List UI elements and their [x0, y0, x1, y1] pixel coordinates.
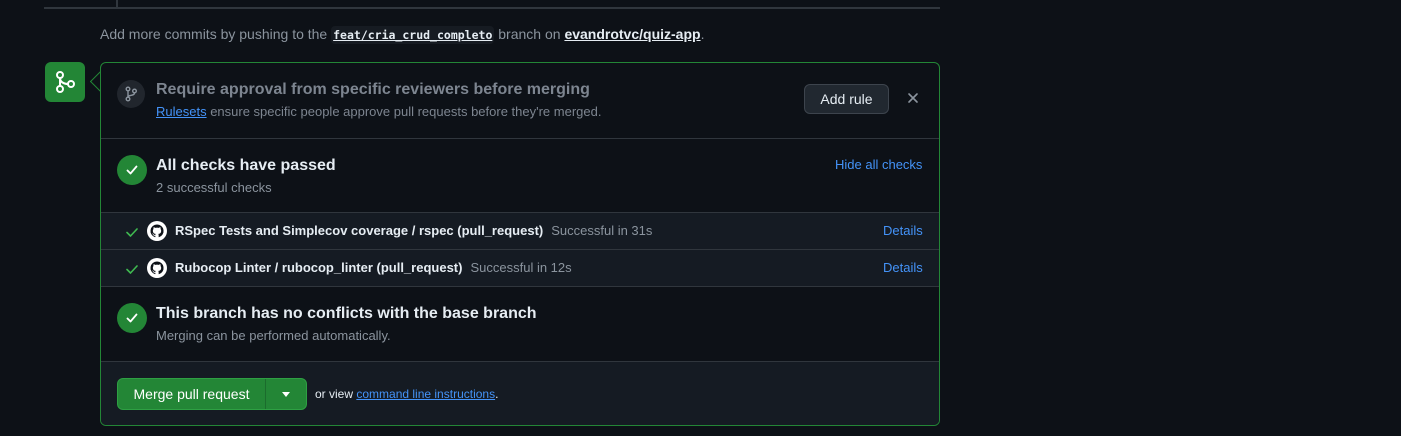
- merge-pull-request-button[interactable]: Merge pull request: [118, 379, 266, 409]
- merge-actions: Merge pull request or view command line …: [101, 361, 939, 425]
- check-status: Successful in 31s: [551, 223, 653, 238]
- close-icon[interactable]: [905, 90, 921, 106]
- merge-button-group: Merge pull request: [117, 378, 307, 410]
- timeline-top-rule: [44, 7, 940, 9]
- check-name: Rubocop Linter / rubocop_linter (pull_re…: [175, 260, 572, 275]
- rulesets-link[interactable]: Rulesets: [156, 104, 207, 119]
- timeline-connector: [116, 0, 118, 8]
- check-icon: [125, 262, 139, 276]
- triangle-down-icon: [282, 391, 290, 397]
- git-branch-icon: [117, 80, 145, 108]
- check-circle-icon: [117, 303, 147, 333]
- reviewers-title: Require approval from specific reviewers…: [156, 81, 590, 98]
- merge-method-dropdown[interactable]: [266, 379, 306, 409]
- check-circle-icon: [117, 155, 147, 185]
- merge-box: Require approval from specific reviewers…: [100, 62, 940, 426]
- repo-link[interactable]: evandrotvc/quiz-app: [564, 26, 700, 42]
- check-row: RSpec Tests and Simplecov coverage / rsp…: [101, 212, 939, 250]
- conflicts-title: This branch has no conflicts with the ba…: [156, 305, 537, 322]
- branch-name[interactable]: feat/cria_crud_completo: [331, 26, 495, 44]
- checks-subtitle: 2 successful checks: [156, 180, 272, 195]
- conflicts-section: This branch has no conflicts with the ba…: [101, 286, 939, 362]
- add-rule-button[interactable]: Add rule: [804, 84, 889, 114]
- github-icon: [147, 221, 167, 241]
- check-icon: [125, 225, 139, 239]
- check-row: Rubocop Linter / rubocop_linter (pull_re…: [101, 249, 939, 287]
- git-merge-icon: [45, 62, 85, 102]
- check-name: RSpec Tests and Simplecov coverage / rsp…: [175, 223, 653, 238]
- details-link[interactable]: Details: [883, 260, 923, 275]
- conflicts-subtitle: Merging can be performed automatically.: [156, 328, 391, 343]
- command-line-hint: or view command line instructions.: [315, 387, 499, 401]
- hide-all-checks-button[interactable]: Hide all checks: [835, 157, 922, 172]
- details-link[interactable]: Details: [883, 223, 923, 238]
- check-status: Successful in 12s: [470, 260, 572, 275]
- reviewers-section: Require approval from specific reviewers…: [101, 63, 939, 138]
- github-icon: [147, 258, 167, 278]
- push-commits-note: Add more commits by pushing to the feat/…: [100, 26, 705, 44]
- checks-title: All checks have passed: [156, 157, 336, 174]
- checks-section: All checks have passed 2 successful chec…: [101, 138, 939, 213]
- reviewers-description: Rulesets ensure specific people approve …: [156, 104, 602, 119]
- command-line-instructions-link[interactable]: command line instructions: [356, 387, 495, 401]
